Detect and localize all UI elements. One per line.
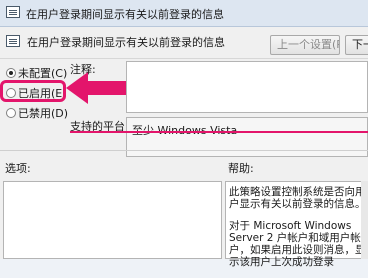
help-paragraph-1: 此策略设置控制系统是否向用户显示有关以前登录的信息。 [229,186,366,210]
comment-textarea[interactable] [126,61,368,113]
radio-not-configured[interactable] [6,68,16,78]
help-section-label: 帮助: [228,162,254,175]
setting-title: 在用户登录期间显示有关以前登录的信息 [27,36,225,49]
label-not-configured: 未配置(C) [18,67,68,80]
help-paragraph-2: 对于 Microsoft Windows Server 2 户帐户和域用户帐户，… [229,220,366,268]
window-title: 在用户登录期间显示有关以前登录的信息 [26,8,224,21]
dialog-header: 在用户登录期间显示有关以前登录的信息 上一个设置(P) 下一 [0,27,368,57]
next-setting-button[interactable]: 下一 [345,35,368,55]
options-panel [3,181,222,259]
highlight-box [0,80,66,102]
supported-platform-value: 至少 Windows Vista [132,122,237,138]
comment-label: 注释: [70,63,96,76]
title-bar: 在用户登录期间显示有关以前登录的信息 [0,0,368,27]
help-scrollbar[interactable] [361,181,368,259]
supported-platform-box: 至少 Windows Vista [126,117,368,157]
radio-disabled[interactable] [6,108,16,118]
section-divider [0,150,368,151]
label-disabled: 已禁用(D) [18,107,69,120]
policy-icon [6,6,20,18]
header-separator [0,58,368,59]
policy-dialog: 在用户登录期间显示有关以前登录的信息 上一个设置(P) 下一 未配置(C) 已启… [0,27,368,268]
setting-icon [6,35,20,47]
previous-setting-button[interactable]: 上一个设置(P) [270,35,340,55]
annotation-underline [70,131,368,133]
options-section-label: 选项: [5,162,31,175]
help-content: 此策略设置控制系统是否向用户显示有关以前登录的信息。 对于 Microsoft … [229,186,368,278]
